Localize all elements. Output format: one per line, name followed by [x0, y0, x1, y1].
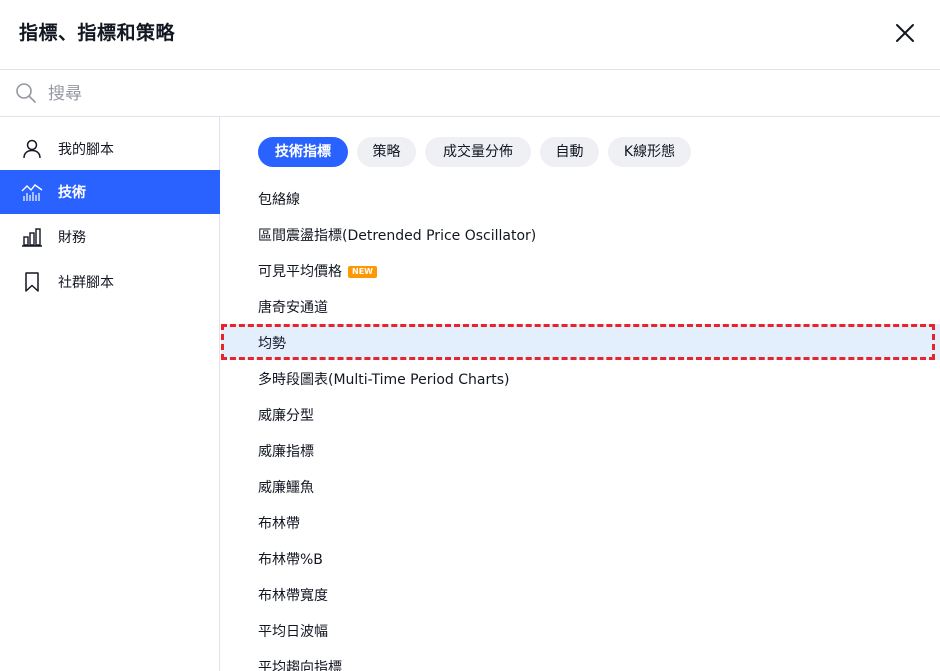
list-item[interactable]: 區間震盪指標(Detrended Price Oscillator) [221, 216, 940, 252]
list-item-label: 可見平均價格 [258, 264, 342, 280]
sidebar-item-financials[interactable]: 財務 [0, 215, 220, 259]
list-item[interactable]: 布林帶寬度 [221, 576, 940, 612]
close-icon[interactable] [892, 20, 918, 46]
list-item-label: 多時段圖表(Multi-Time Period Charts) [258, 372, 510, 388]
list-item[interactable]: 可見平均價格 NEW [221, 252, 940, 288]
sidebar-item-community-scripts[interactable]: 社群腳本 [0, 260, 220, 304]
chart-line-icon [21, 181, 43, 203]
chip-candlestick-patterns[interactable]: K線形態 [608, 137, 691, 167]
chip-auto[interactable]: 自動 [540, 137, 599, 167]
bookmark-icon [21, 271, 43, 293]
list-item-label: 威廉分型 [258, 408, 314, 424]
indicator-panel: 技術指標 策略 成交量分佈 自動 K線形態 包絡線 區間震盪指標(Detrend… [221, 117, 940, 671]
dialog-header: 指標、指標和策略 [0, 0, 940, 70]
search-icon [15, 82, 37, 104]
search-bar [0, 70, 940, 117]
list-item-label: 平均日波幅 [258, 624, 328, 640]
list-item-label: 布林帶寬度 [258, 588, 328, 604]
sidebar-item-label: 財務 [58, 230, 86, 246]
sidebar-item-label: 社群腳本 [58, 275, 114, 291]
sidebar-item-my-scripts[interactable]: 我的腳本 [0, 127, 220, 171]
list-item-label: 威廉鱷魚 [258, 480, 314, 496]
list-item[interactable]: 平均趨向指標 [221, 648, 940, 671]
list-item-selected[interactable]: 均勢 [221, 324, 940, 360]
list-item[interactable]: 多時段圖表(Multi-Time Period Charts) [221, 360, 940, 396]
list-item[interactable]: 唐奇安通道 [221, 288, 940, 324]
list-item[interactable]: 布林帶%B [221, 540, 940, 576]
sidebar-item-technicals[interactable]: 技術 [0, 170, 220, 214]
list-item-label: 唐奇安通道 [258, 300, 328, 316]
list-item-label: 區間震盪指標(Detrended Price Oscillator) [258, 228, 537, 244]
list-item[interactable]: 威廉指標 [221, 432, 940, 468]
new-badge: NEW [348, 266, 377, 278]
chip-strategies[interactable]: 策略 [357, 137, 416, 167]
sidebar-item-label: 技術 [58, 185, 86, 201]
list-item[interactable]: 平均日波幅 [221, 612, 940, 648]
list-item[interactable]: 包絡線 [221, 180, 940, 216]
list-item-label: 布林帶 [258, 516, 300, 532]
list-item-label: 威廉指標 [258, 444, 314, 460]
dialog-title: 指標、指標和策略 [19, 22, 176, 44]
list-item[interactable]: 威廉分型 [221, 396, 940, 432]
list-item-label: 均勢 [258, 336, 286, 352]
list-item[interactable]: 布林帶 [221, 504, 940, 540]
sidebar: 我的腳本 技術 財務 社群腳本 [0, 117, 220, 671]
list-item-label: 包絡線 [258, 192, 300, 208]
person-icon [21, 138, 43, 160]
bar-chart-icon [21, 226, 43, 248]
chip-technical-indicators[interactable]: 技術指標 [258, 137, 348, 167]
list-item[interactable]: 威廉鱷魚 [221, 468, 940, 504]
search-input[interactable] [46, 79, 910, 109]
list-item-label: 平均趨向指標 [258, 660, 342, 671]
chip-volume-profile[interactable]: 成交量分佈 [425, 137, 531, 167]
sidebar-item-label: 我的腳本 [58, 142, 114, 158]
list-item-label: 布林帶%B [258, 552, 323, 568]
